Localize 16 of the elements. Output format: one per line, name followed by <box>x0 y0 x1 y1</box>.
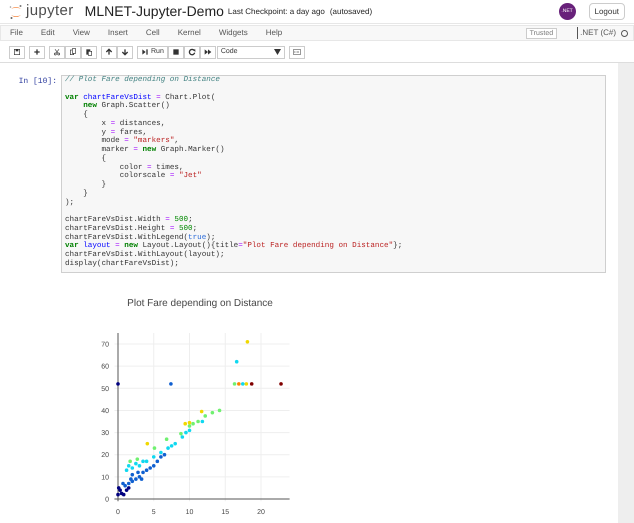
menu-item[interactable]: Widgets <box>218 27 248 39</box>
menu-item[interactable]: Help <box>266 27 282 39</box>
menu-item[interactable]: View <box>72 27 90 39</box>
logo-text: jupyter <box>26 1 74 22</box>
menu-item[interactable]: Kernel <box>178 27 201 39</box>
menu-item[interactable]: Insert <box>108 27 128 39</box>
menu-item[interactable]: Cell <box>146 27 160 39</box>
chart-title: Plot Fare depending on Distance <box>127 298 273 309</box>
checkpoint-text: Last Checkpoint: a day ago <box>228 6 325 18</box>
menu-item[interactable]: File <box>10 27 23 39</box>
menu-item[interactable]: Edit <box>40 27 55 39</box>
notebook-name[interactable]: MLNET-Jupyter-Demo <box>84 1 224 22</box>
cell-prompt: In [10]: <box>18 76 58 88</box>
kernel-name: .NET (C#) <box>577 27 616 39</box>
logout-button[interactable]: Logout <box>588 3 625 20</box>
autosave-text: (autosaved) <box>330 6 372 18</box>
